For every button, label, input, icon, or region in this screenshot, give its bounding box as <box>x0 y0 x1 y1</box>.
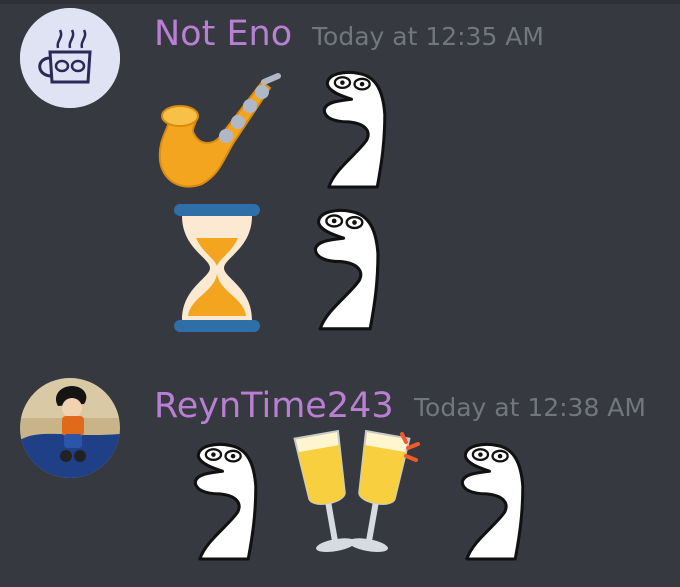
message-timestamp: Today at 12:35 AM <box>312 22 544 51</box>
saxophone-emoji-icon[interactable] <box>150 73 284 194</box>
avatar[interactable] <box>20 378 120 478</box>
chat-top-edge <box>0 0 680 4</box>
snake-custom-emoji-icon[interactable] <box>300 70 400 190</box>
coffee-mug-sketch-icon <box>20 8 120 108</box>
clinking-glasses-emoji-icon[interactable] <box>290 429 420 562</box>
message-author[interactable]: ReynTime243 <box>154 386 394 426</box>
snake-custom-emoji-icon[interactable] <box>286 208 398 332</box>
snake-custom-emoji-icon[interactable] <box>166 442 276 562</box>
message-timestamp: Today at 12:38 AM <box>414 393 646 422</box>
message-author[interactable]: Not Eno <box>154 14 292 54</box>
anime-figure-photo-icon <box>20 378 120 478</box>
avatar[interactable] <box>20 8 120 108</box>
hourglass-emoji-icon[interactable] <box>174 204 260 332</box>
snake-custom-emoji-icon[interactable] <box>436 442 540 562</box>
